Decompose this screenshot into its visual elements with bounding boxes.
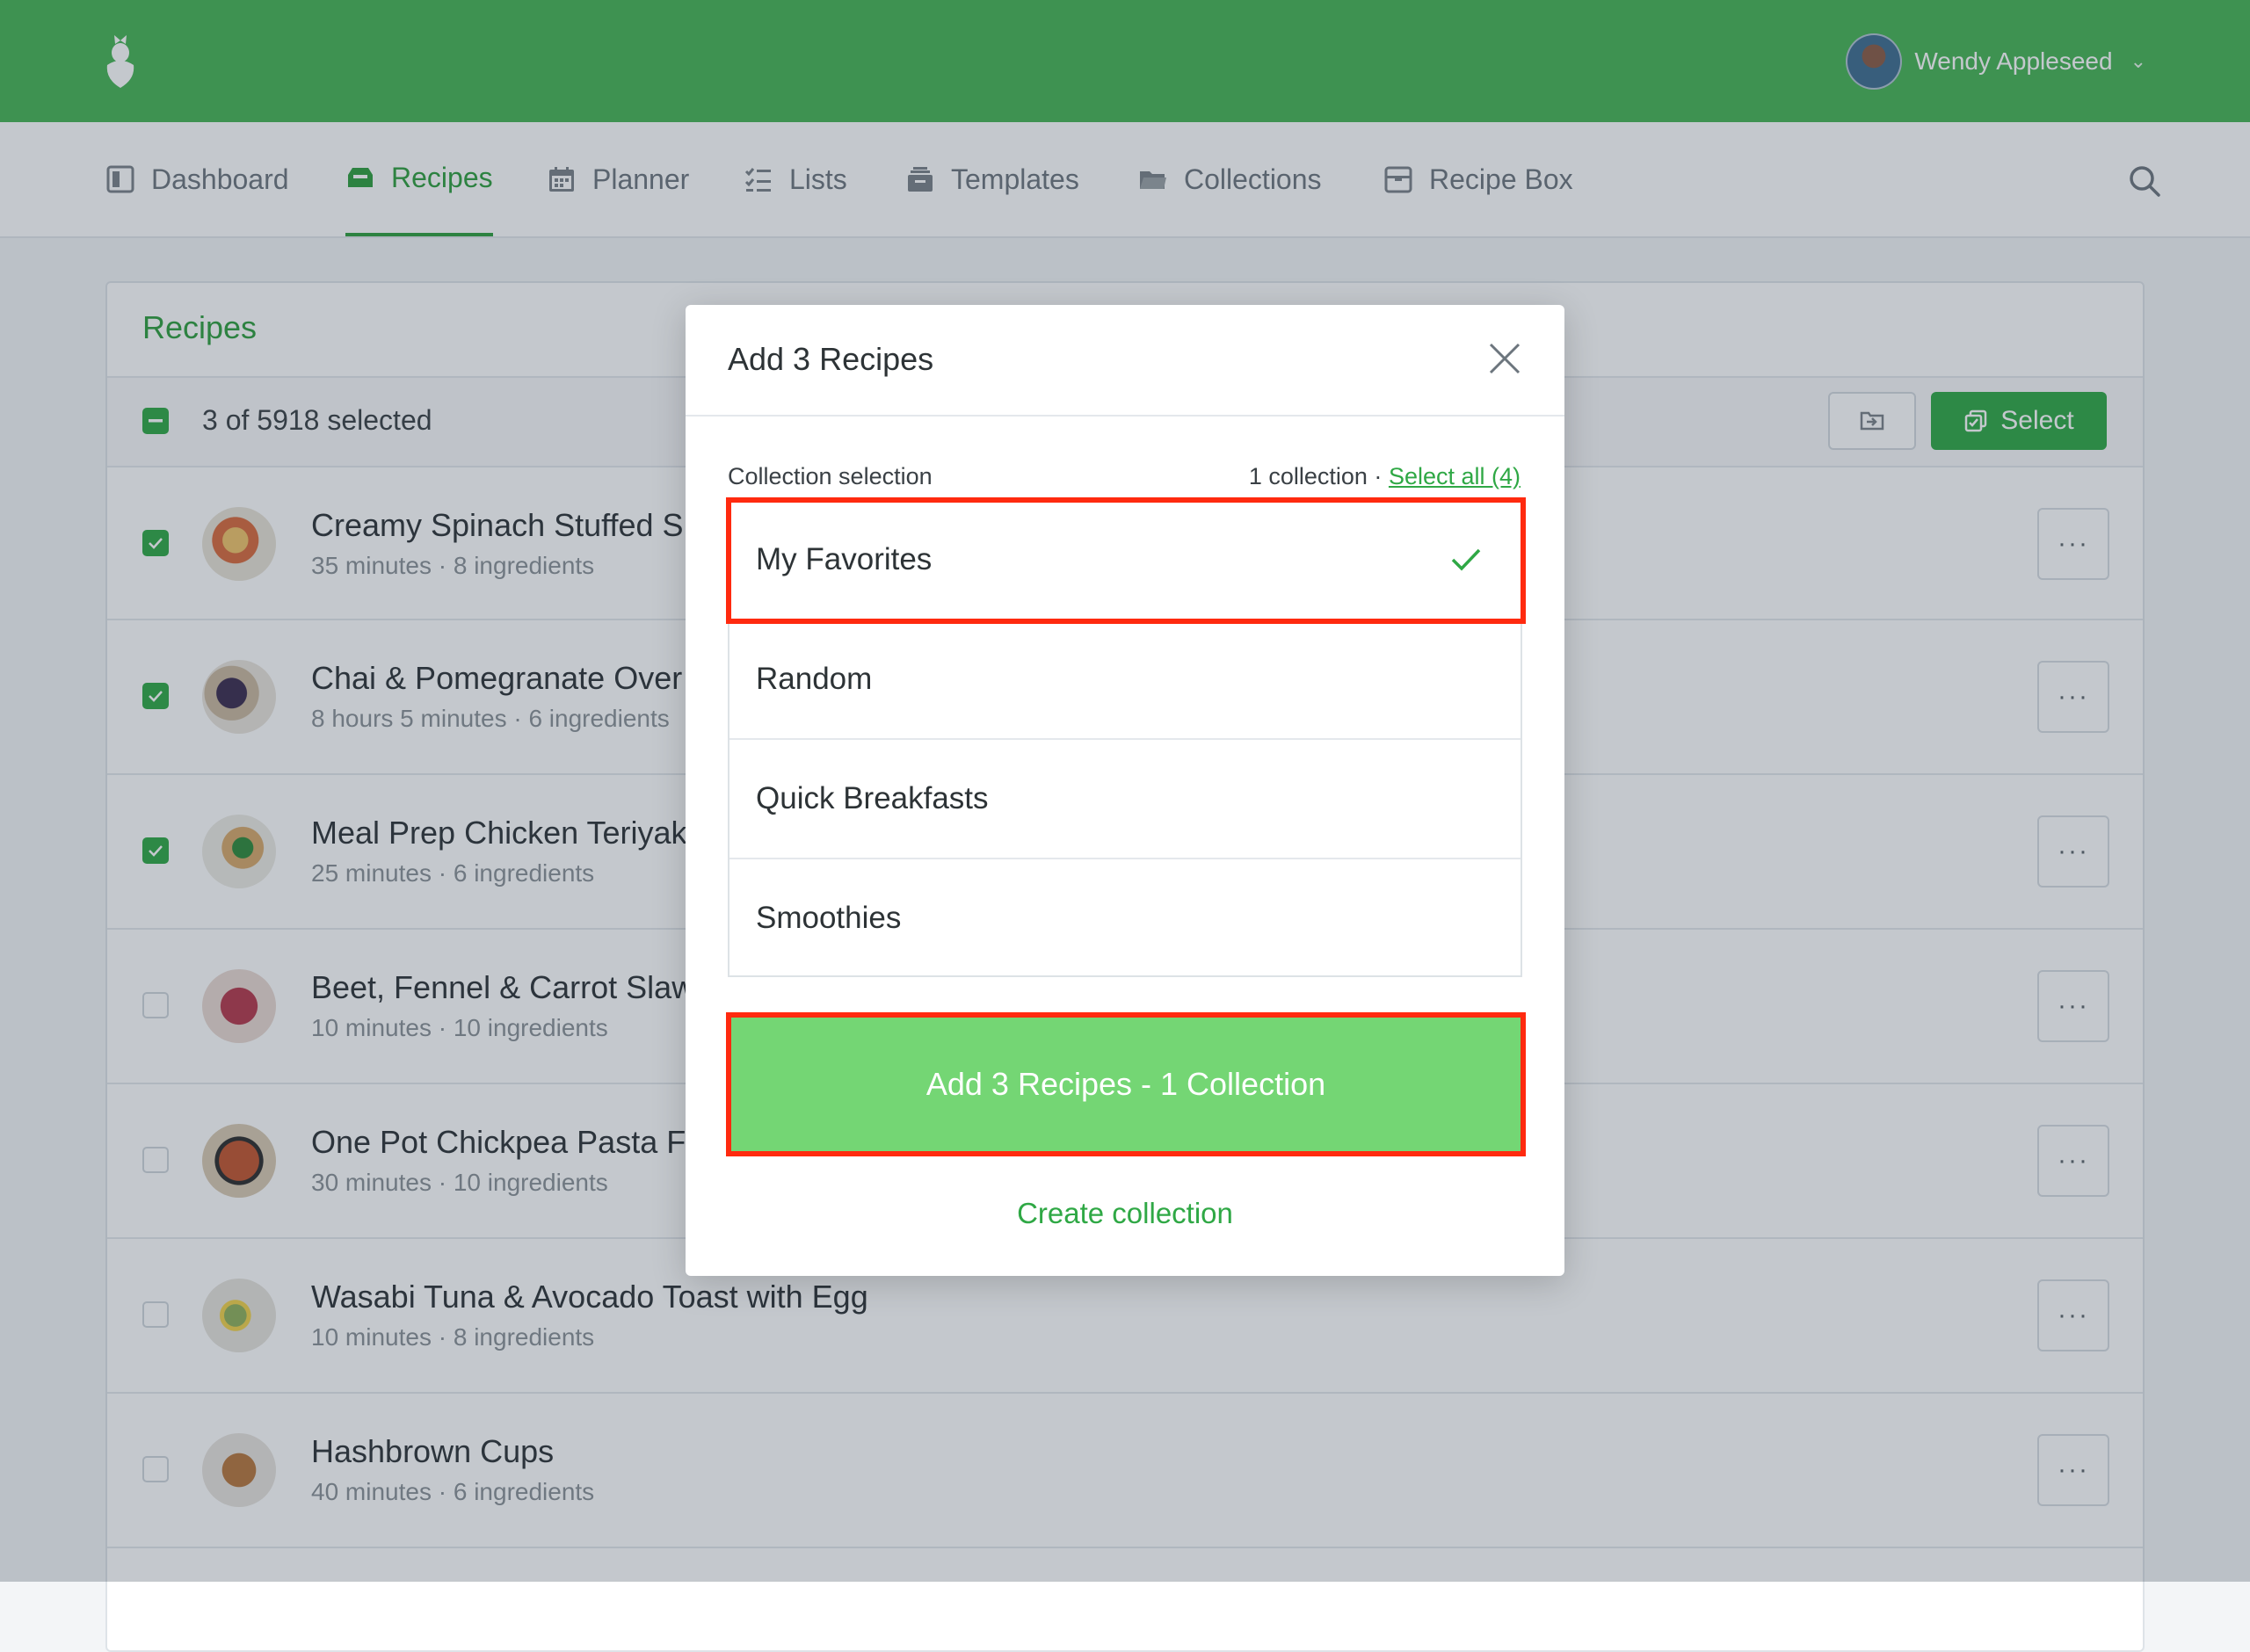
create-collection-link[interactable]: Create collection (686, 1197, 1564, 1230)
highlight-selected-collection (726, 497, 1526, 624)
collection-name: Random (756, 662, 873, 696)
collection-selection-label: Collection selection (728, 463, 933, 489)
collection-item-quick-breakfasts[interactable]: Quick Breakfasts (728, 740, 1522, 858)
collection-item-random[interactable]: Random (728, 620, 1522, 738)
collection-count: 1 collection · Select all (4) (1249, 463, 1521, 490)
modal-title: Add 3 Recipes (728, 341, 934, 377)
collection-name: Quick Breakfasts (756, 781, 989, 815)
collection-item-smoothies[interactable]: Smoothies (728, 859, 1522, 977)
collection-name: Smoothies (756, 901, 902, 935)
collection-count-text: 1 collection · (1248, 463, 1383, 489)
add-recipes-button[interactable]: Add 3 Recipes - 1 Collection (726, 1012, 1526, 1156)
close-icon[interactable] (1487, 341, 1522, 376)
divider (686, 415, 1564, 417)
select-all-link[interactable]: Select all (4) (1389, 463, 1521, 489)
